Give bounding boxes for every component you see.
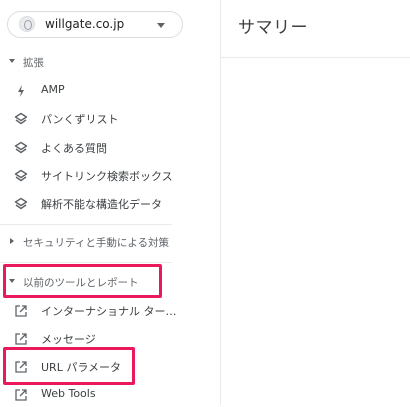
nav-item-amp[interactable]: AMP xyxy=(0,79,215,103)
nav-item-label: AMP xyxy=(41,83,65,96)
divider xyxy=(0,224,172,225)
nav-item-label: Web Tools xyxy=(41,387,96,400)
section-enhancements[interactable]: 拡張 xyxy=(0,52,215,74)
nav-item-messages[interactable]: メッセージ xyxy=(0,327,215,351)
nav-item-faq[interactable]: よくある質問 xyxy=(0,136,215,160)
nav-item-sitelinks-searchbox[interactable]: サイトリンク検索ボックス xyxy=(0,164,215,188)
nav-item-label: URL パラメータ xyxy=(41,361,121,374)
lightning-icon xyxy=(18,85,24,97)
main-content: サマリー xyxy=(220,0,410,405)
caret-down-icon xyxy=(9,279,15,283)
nav-item-breadcrumbs[interactable]: パンくずリスト xyxy=(0,107,215,131)
sidebar: willgate.co.jp 拡張 AMP パンくずリスト よくある質問 サイト… xyxy=(0,0,220,405)
caret-right-icon xyxy=(10,238,14,244)
nav-item-international-targeting[interactable]: インターナショナル ター… xyxy=(0,299,215,323)
open-external-icon xyxy=(15,389,27,401)
nav-item-label: サイトリンク検索ボックス xyxy=(41,170,173,183)
page-title: サマリー xyxy=(238,18,308,38)
layers-icon xyxy=(14,141,28,154)
nav-item-url-parameters[interactable]: URL パラメータ xyxy=(0,355,215,379)
property-selector[interactable]: willgate.co.jp xyxy=(7,11,183,38)
property-name: willgate.co.jp xyxy=(45,17,125,31)
layers-icon xyxy=(14,169,28,182)
section-security-label: セキュリティと手動による対策 xyxy=(23,237,170,249)
nav-item-label: 解析不能な構造化データ xyxy=(41,198,162,211)
nav-item-label: インターナショナル ター… xyxy=(41,305,177,318)
nav-item-label: パンくずリスト xyxy=(41,113,119,126)
open-external-icon xyxy=(15,305,27,317)
section-legacy-tools-label: 以前のツールとレポート xyxy=(23,277,139,289)
nav-item-unparsable-structured-data[interactable]: 解析不能な構造化データ xyxy=(0,192,215,216)
section-security[interactable]: セキュリティと手動による対策 xyxy=(0,232,215,254)
site-favicon-icon xyxy=(19,16,35,32)
section-legacy-tools[interactable]: 以前のツールとレポート xyxy=(0,272,215,294)
nav-item-label: メッセージ xyxy=(41,333,96,346)
nav-item-label: よくある質問 xyxy=(41,142,107,155)
open-external-icon xyxy=(15,361,27,373)
caret-down-icon xyxy=(9,59,15,63)
main-header: サマリー xyxy=(221,0,410,58)
divider xyxy=(0,262,172,263)
nav-item-web-tools[interactable]: Web Tools xyxy=(0,383,215,407)
section-enhancements-label: 拡張 xyxy=(23,57,44,69)
open-external-icon xyxy=(15,333,27,345)
layers-icon xyxy=(14,197,28,210)
layers-icon xyxy=(14,112,28,125)
dropdown-arrow-icon xyxy=(157,23,165,28)
